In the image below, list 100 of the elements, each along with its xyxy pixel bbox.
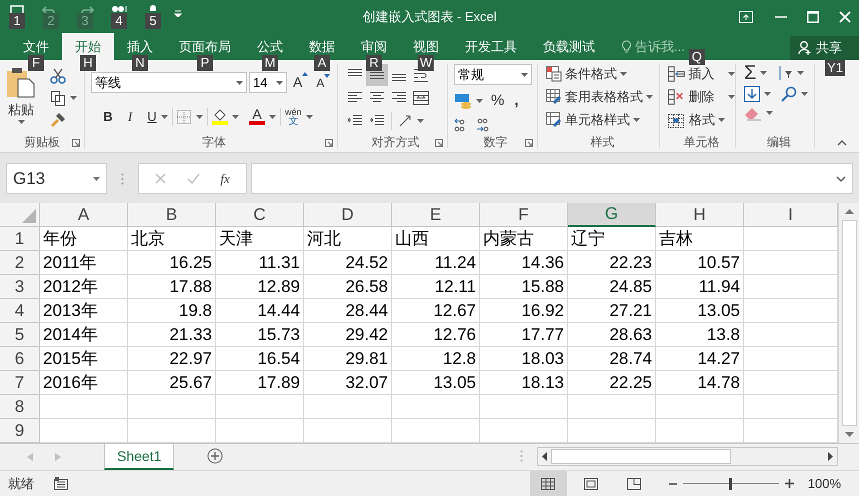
style-menu-button[interactable]: 单元格样式 — [546, 111, 659, 129]
paste-button[interactable]: 粘贴 — [0, 68, 42, 136]
share-button[interactable]: 共享 — [790, 36, 859, 60]
dropdown-caret-icon[interactable] — [620, 72, 627, 76]
ribbon-display-options-icon[interactable] — [739, 10, 753, 22]
bold-button[interactable]: B — [99, 107, 117, 126]
column-header[interactable]: H — [656, 203, 744, 227]
dropdown-caret-icon[interactable] — [521, 72, 528, 76]
currency-icon[interactable] — [454, 93, 472, 110]
dropdown-caret-icon[interactable] — [276, 80, 283, 84]
name-box[interactable]: G13 — [6, 163, 107, 194]
dialog-launcher-icon[interactable] — [325, 139, 333, 147]
format-painter-icon[interactable] — [50, 112, 66, 128]
borders-icon[interactable] — [177, 110, 191, 124]
expand-icon[interactable] — [836, 176, 846, 182]
italic-button[interactable]: I — [121, 107, 139, 126]
vertical-scrollbar[interactable] — [838, 203, 859, 443]
dropdown-caret-icon[interactable] — [718, 118, 725, 122]
sheet-tab[interactable]: Sheet1 — [104, 444, 174, 470]
zoom-slider[interactable] — [682, 478, 779, 490]
scissors-icon[interactable] — [50, 68, 66, 84]
dropdown-caret-icon[interactable] — [161, 114, 168, 119]
dropdown-caret-icon[interactable] — [269, 114, 276, 119]
cells-menu-button[interactable]: 格式 — [668, 111, 735, 129]
close-icon[interactable] — [839, 10, 851, 22]
increase-font-size-button[interactable]: A — [293, 72, 308, 93]
column-header[interactable]: F — [480, 203, 568, 227]
formula-input[interactable] — [251, 163, 853, 194]
dropdown-caret-icon[interactable] — [306, 114, 313, 119]
align-right-icon[interactable] — [391, 91, 407, 105]
scroll-left-icon[interactable] — [542, 452, 547, 461]
copy-icon[interactable] — [50, 90, 66, 106]
dropdown-caret-icon[interactable] — [766, 111, 773, 115]
sort-filter-icon[interactable] — [777, 65, 794, 81]
zoom-in-icon[interactable] — [784, 479, 794, 488]
dropdown-caret-icon[interactable] — [633, 118, 640, 122]
font-size-field[interactable]: 14 — [249, 72, 287, 93]
dialog-launcher-icon[interactable] — [72, 139, 80, 147]
column-header[interactable]: D — [304, 203, 392, 227]
mouse-icon[interactable] — [149, 5, 157, 11]
resize-handle-icon[interactable] — [520, 450, 523, 462]
wrap-text-icon[interactable] — [413, 68, 429, 82]
column-header[interactable]: I — [744, 203, 838, 227]
style-menu-button[interactable]: 条件格式 — [546, 65, 659, 83]
comma-style-button[interactable]: , — [514, 96, 519, 106]
row-header[interactable]: 5 — [0, 323, 40, 347]
autosum-button[interactable]: Σ — [744, 63, 756, 83]
add-sheet-icon[interactable] — [207, 448, 224, 464]
dropdown-caret-icon[interactable] — [18, 120, 24, 124]
dropdown-caret-icon[interactable] — [236, 80, 243, 84]
dropdown-caret-icon[interactable] — [797, 71, 804, 75]
dropdown-caret-icon[interactable] — [728, 95, 735, 99]
zoom-level[interactable]: 100% — [808, 474, 841, 494]
macro-record-icon[interactable] — [54, 477, 68, 490]
dropdown-caret-icon[interactable] — [728, 72, 735, 76]
merge-center-icon[interactable] — [413, 91, 429, 105]
view-button[interactable] — [530, 470, 567, 496]
row-header[interactable]: 1 — [0, 227, 40, 251]
number-format-field[interactable]: 常规 — [454, 64, 532, 85]
row-header[interactable]: 2 — [0, 251, 40, 275]
dropdown-caret-icon[interactable] — [196, 114, 203, 119]
column-header[interactable]: A — [40, 203, 128, 227]
dropdown-caret-icon[interactable] — [417, 119, 424, 123]
scroll-right-icon[interactable] — [828, 452, 833, 461]
column-header[interactable]: C — [216, 203, 304, 227]
dropdown-caret-icon[interactable] — [801, 92, 808, 96]
row-header[interactable]: 9 — [0, 419, 40, 443]
increase-indent-icon[interactable] — [369, 114, 385, 128]
ribbon-tab[interactable]: 负载测试 — [530, 33, 608, 60]
cells-menu-button[interactable]: 插入 — [668, 65, 735, 83]
dropdown-caret-icon[interactable] — [760, 71, 768, 75]
dropdown-caret-icon[interactable] — [646, 95, 653, 99]
horizontal-scrollbar[interactable] — [537, 447, 838, 466]
decrease-font-size-button[interactable]: A — [316, 74, 330, 92]
collapse-ribbon-icon[interactable] — [837, 140, 847, 146]
scroll-up-icon[interactable] — [844, 209, 854, 214]
scroll-down-icon[interactable] — [844, 432, 854, 437]
align-center-icon[interactable] — [369, 91, 385, 105]
cells-menu-button[interactable]: 删除 — [668, 88, 735, 106]
column-header[interactable]: E — [392, 203, 480, 227]
ribbon-tab[interactable]: 开发工具 — [452, 33, 530, 60]
decrease-decimal-icon[interactable] — [476, 118, 490, 132]
fill-color-icon[interactable] — [212, 108, 228, 126]
dropdown-caret-icon[interactable] — [232, 114, 239, 119]
save-icon[interactable] — [10, 5, 24, 14]
maximize-icon[interactable] — [807, 10, 819, 22]
phonetic-guide-button[interactable]: wén 文 — [285, 108, 302, 126]
resize-handle-icon[interactable] — [121, 173, 124, 185]
row-header[interactable]: 6 — [0, 347, 40, 371]
fill-down-icon[interactable] — [744, 86, 760, 102]
style-menu-button[interactable]: 套用表格格式 — [546, 88, 659, 106]
insert-function-button[interactable]: fx — [220, 168, 230, 188]
dropdown-caret-icon[interactable] — [93, 176, 100, 180]
font-name-field[interactable]: 等线 — [91, 72, 247, 93]
percent-button[interactable]: % — [491, 90, 504, 112]
customize-toolbar-icon[interactable] — [174, 10, 182, 17]
underline-button[interactable]: U — [143, 107, 161, 126]
eraser-icon[interactable] — [744, 105, 762, 121]
search-icon[interactable] — [781, 86, 797, 102]
dialog-launcher-icon[interactable] — [525, 139, 533, 147]
